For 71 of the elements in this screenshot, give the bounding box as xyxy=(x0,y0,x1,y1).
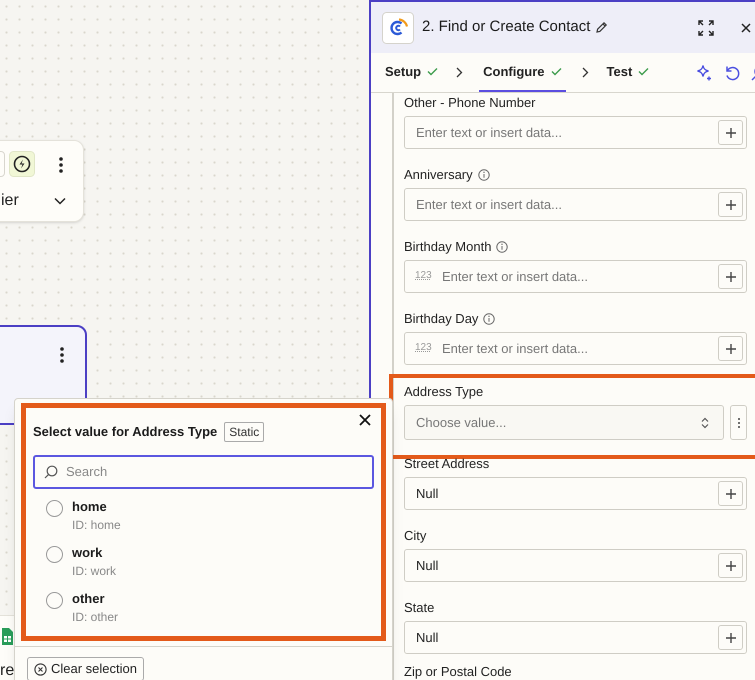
lightning-icon xyxy=(9,151,35,177)
static-tag: Static xyxy=(224,422,264,442)
field-label: Other - Phone Number xyxy=(404,94,536,112)
panel-title: 2. Find or Create Contact xyxy=(422,17,590,38)
insert-data-button[interactable] xyxy=(718,120,743,145)
step-tab[interactable]: Configure xyxy=(479,53,566,92)
more-options-icon[interactable] xyxy=(59,157,63,173)
more-options-icon[interactable] xyxy=(60,347,64,363)
plus-icon xyxy=(724,126,736,138)
sparkle-icon[interactable] xyxy=(695,64,714,82)
step-tab[interactable]: Setup xyxy=(383,53,440,92)
insert-data-button[interactable] xyxy=(718,192,743,217)
number-type-label: 123 xyxy=(415,342,432,354)
option-label: work xyxy=(72,544,104,562)
node-title: re xyxy=(0,661,14,680)
plus-icon xyxy=(724,632,736,644)
field-label: Address Type xyxy=(404,383,484,402)
radio-button[interactable] xyxy=(46,500,63,517)
search-icon xyxy=(44,465,58,479)
field-label: Zip or Postal Code xyxy=(404,663,512,680)
field-label: State xyxy=(404,599,434,618)
field-label: City xyxy=(404,527,426,546)
close-icon[interactable] xyxy=(359,414,371,426)
field-label: Anniversary xyxy=(404,166,473,184)
app-logo-icon xyxy=(382,12,414,44)
plus-icon xyxy=(724,270,736,282)
search-field[interactable]: Search xyxy=(33,455,374,489)
field-label: Birthday Month xyxy=(404,238,492,256)
option-id: ID: other xyxy=(72,609,118,626)
trigger-node-card[interactable]: ier xyxy=(0,140,84,222)
popover-title: Select value for Address Type xyxy=(33,423,218,442)
radio-button[interactable] xyxy=(46,546,63,563)
option-item[interactable]: other ID: other xyxy=(33,590,374,626)
insert-data-button[interactable] xyxy=(718,264,743,289)
input-field[interactable]: Null xyxy=(404,549,747,582)
insert-data-button[interactable] xyxy=(718,336,743,361)
plus-icon xyxy=(724,342,736,354)
select-dropdown[interactable]: Choose value... xyxy=(404,405,724,440)
chevron-down-icon[interactable] xyxy=(54,197,66,205)
option-label: other xyxy=(72,590,106,608)
field-label: Birthday Day xyxy=(404,310,478,328)
step-tab[interactable]: Test xyxy=(604,53,652,92)
radio-button[interactable] xyxy=(46,592,63,609)
option-id: ID: home xyxy=(72,517,121,534)
plus-icon xyxy=(724,560,736,572)
input-field[interactable]: Null xyxy=(404,621,747,654)
plus-icon xyxy=(724,488,736,500)
pencil-icon[interactable] xyxy=(595,21,608,34)
close-icon[interactable] xyxy=(741,22,751,32)
input-field[interactable]: Enter text or insert data... xyxy=(404,188,747,221)
undo-icon[interactable] xyxy=(724,64,740,80)
option-item[interactable]: work ID: work xyxy=(33,544,374,580)
insert-data-button[interactable] xyxy=(718,625,743,650)
input-field[interactable]: Null xyxy=(404,477,747,510)
plus-icon xyxy=(724,198,736,210)
clear-selection-button[interactable]: Clear selection xyxy=(27,657,144,680)
option-label: home xyxy=(72,498,108,516)
insert-data-button[interactable] xyxy=(718,553,743,578)
field-label: Street Address xyxy=(404,455,490,474)
insert-data-button[interactable] xyxy=(718,481,743,506)
search-input[interactable]: Search xyxy=(66,462,372,482)
chevron-right-icon xyxy=(582,67,589,78)
option-item[interactable]: home ID: home xyxy=(33,498,374,534)
chevron-right-icon xyxy=(456,67,464,78)
chevron-updown-icon xyxy=(701,416,709,428)
expand-icon[interactable] xyxy=(698,20,714,36)
clear-circle-icon xyxy=(34,662,47,676)
input-field[interactable]: Enter text or insert data... xyxy=(404,116,747,149)
node-title: ier xyxy=(1,191,19,211)
option-id: ID: work xyxy=(72,563,116,580)
number-type-label: 123 xyxy=(415,270,432,282)
